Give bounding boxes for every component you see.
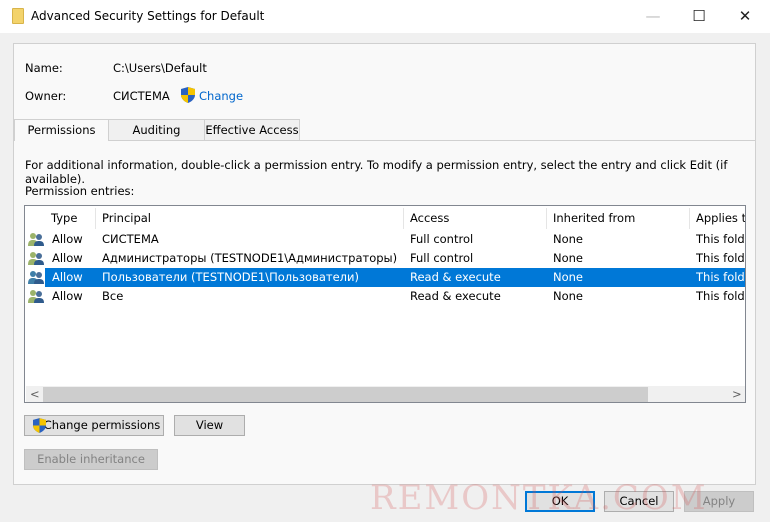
uac-shield-icon bbox=[181, 87, 195, 103]
column-header-type[interactable]: Type bbox=[45, 208, 96, 229]
cell-inherited-from: None bbox=[553, 232, 584, 246]
instructions-text: For additional information, double-click… bbox=[25, 158, 728, 186]
scroll-left-arrow[interactable]: < bbox=[30, 387, 40, 401]
cell-inherited-from: None bbox=[553, 270, 584, 284]
view-button[interactable]: View bbox=[174, 415, 245, 436]
cell-principal: Пользователи (TESTNODE1\Пользователи) bbox=[102, 270, 359, 284]
window-title: Advanced Security Settings for Default bbox=[31, 9, 265, 23]
change-permissions-button[interactable]: Change permissions bbox=[24, 415, 164, 436]
permission-entries-list[interactable]: Type Principal Access Inherited from App… bbox=[24, 205, 746, 403]
change-owner-link[interactable]: Change bbox=[199, 89, 243, 103]
cell-principal: Администраторы (TESTNODE1\Администраторы… bbox=[102, 251, 398, 265]
owner-value: СИСТЕМА bbox=[113, 89, 170, 103]
cell-access: Full control bbox=[410, 251, 474, 265]
table-row[interactable]: Allow Пользователи (TESTNODE1\Пользовател… bbox=[28, 268, 745, 287]
tab-effective-access[interactable]: Effective Access bbox=[204, 119, 300, 141]
scrollbar-thumb[interactable] bbox=[43, 387, 648, 402]
cell-inherited-from: None bbox=[553, 289, 584, 303]
ok-button[interactable]: OK bbox=[525, 491, 595, 512]
apply-button[interactable]: Apply bbox=[684, 491, 754, 512]
cell-principal: СИСТЕМА bbox=[102, 232, 159, 246]
cell-access: Read & execute bbox=[410, 270, 501, 284]
table-row[interactable]: Allow СИСТЕМА Full control None This folder bbox=[28, 230, 745, 249]
horizontal-scrollbar[interactable]: < > bbox=[26, 386, 745, 402]
enable-inheritance-button[interactable]: Enable inheritance bbox=[24, 449, 158, 470]
users-icon bbox=[28, 252, 44, 265]
table-row[interactable]: Allow Все Read & execute None This folder bbox=[28, 287, 745, 306]
maximize-button[interactable]: ☐ bbox=[676, 0, 722, 33]
uac-shield-icon bbox=[33, 418, 46, 433]
column-header-access[interactable]: Access bbox=[404, 208, 547, 229]
column-header-inherited-from[interactable]: Inherited from bbox=[547, 208, 690, 229]
permission-entries-label: Permission entries: bbox=[25, 184, 135, 198]
change-permissions-label: Change permissions bbox=[43, 418, 161, 432]
owner-label: Owner: bbox=[25, 89, 67, 103]
close-button[interactable]: ✕ bbox=[722, 0, 768, 33]
users-icon bbox=[28, 290, 44, 303]
cell-type: Allow bbox=[52, 232, 83, 246]
cell-applies-to: This folder bbox=[696, 270, 745, 284]
tab-auditing[interactable]: Auditing bbox=[108, 119, 205, 141]
cell-access: Read & execute bbox=[410, 289, 501, 303]
cell-type: Allow bbox=[52, 289, 83, 303]
name-value: C:\Users\Default bbox=[113, 61, 207, 75]
column-header-applies-to[interactable]: Applies to bbox=[690, 208, 745, 229]
cell-applies-to: This folder bbox=[696, 251, 745, 265]
users-icon bbox=[28, 233, 44, 246]
cell-applies-to: This folder bbox=[696, 232, 745, 246]
cell-principal: Все bbox=[102, 289, 124, 303]
cell-type: Allow bbox=[52, 270, 83, 284]
scroll-right-arrow[interactable]: > bbox=[732, 387, 742, 401]
table-row[interactable]: Allow Администраторы (TESTNODE1\Администр… bbox=[28, 249, 745, 268]
tab-permissions[interactable]: Permissions bbox=[14, 119, 109, 141]
cell-inherited-from: None bbox=[553, 251, 584, 265]
column-header-principal[interactable]: Principal bbox=[96, 208, 404, 229]
cell-type: Allow bbox=[52, 251, 83, 265]
name-label: Name: bbox=[25, 61, 63, 75]
cell-access: Full control bbox=[410, 232, 474, 246]
users-icon bbox=[28, 271, 44, 284]
minimize-button[interactable]: — bbox=[630, 0, 676, 33]
cell-applies-to: This folder bbox=[696, 289, 745, 303]
folder-icon bbox=[12, 8, 24, 24]
cancel-button[interactable]: Cancel bbox=[604, 491, 674, 512]
